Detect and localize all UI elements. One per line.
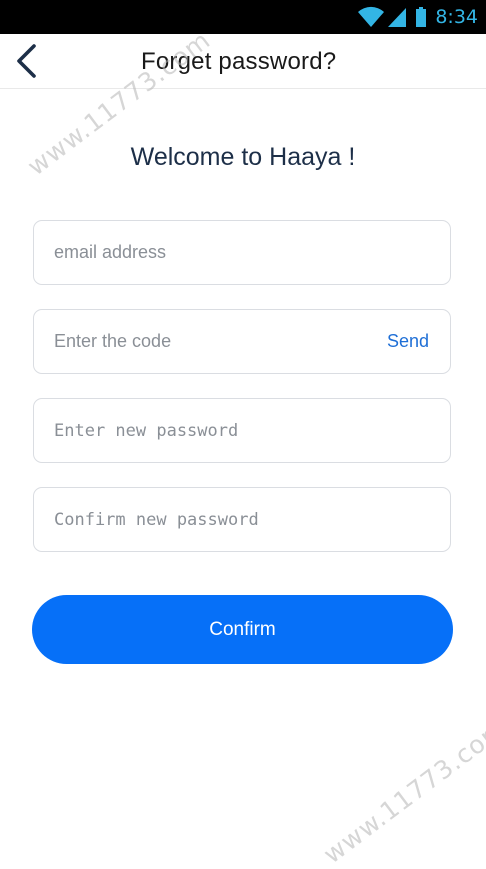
confirm-password-input[interactable] [54, 488, 444, 551]
chevron-left-icon[interactable] [8, 42, 44, 80]
battery-icon [415, 6, 427, 28]
status-icons: 8:34 [357, 0, 478, 34]
email-input[interactable] [54, 221, 384, 284]
send-code-button[interactable]: Send [387, 310, 429, 373]
signal-icon [387, 6, 407, 28]
confirm-button[interactable]: Confirm [32, 595, 453, 664]
code-input[interactable] [54, 310, 384, 373]
email-field [33, 220, 451, 285]
new-password-input[interactable] [54, 399, 444, 462]
status-bar: 8:34 [0, 0, 486, 34]
welcome-heading: Welcome to Haaya ! [130, 143, 356, 171]
wifi-icon [357, 6, 385, 28]
status-time: 8:34 [435, 6, 478, 28]
watermark-text-bottom: www.11773.com [318, 713, 486, 869]
confirm-password-field [33, 487, 451, 552]
code-field: Send [33, 309, 451, 374]
new-password-field [33, 398, 451, 463]
nav-bar: Forget password? [0, 34, 486, 89]
